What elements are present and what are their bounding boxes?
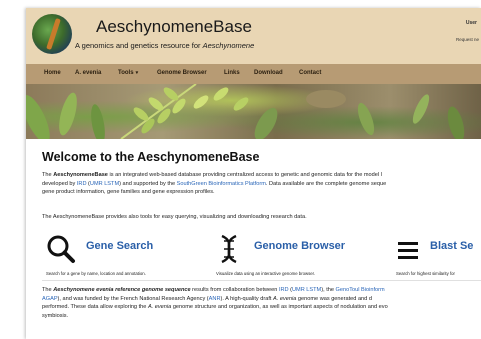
menu-lines-icon	[398, 242, 418, 259]
gene-search-title[interactable]: Gene Search	[86, 240, 153, 252]
nav-item-contact[interactable]: Contact	[299, 70, 321, 76]
nav-item-download[interactable]: Download	[254, 70, 283, 76]
text-span: performed. These data allow exploring th…	[42, 304, 148, 311]
nav-item-links[interactable]: Links	[224, 70, 240, 76]
text-span: gene product information, gene families …	[42, 189, 215, 196]
site-logo[interactable]	[32, 14, 72, 54]
blast-search-title[interactable]: Blast Se	[430, 240, 473, 252]
text-span: genome structure and organization, as we…	[171, 304, 388, 311]
text-span: genome was generated and d	[296, 295, 372, 302]
genome-browser-title[interactable]: Genome Browser	[254, 240, 345, 252]
text-span: The	[42, 287, 54, 293]
search-icon	[47, 235, 75, 263]
text-span: ), and was funded by the French National…	[57, 295, 209, 302]
text-span: ). A high-quality draft	[220, 295, 274, 302]
gene-search-description: Search for a gene by name, location and …	[46, 271, 146, 276]
text-span: symbiosis.	[42, 312, 69, 319]
site-subtitle: A genomics and genetics resource for Aes…	[75, 41, 254, 50]
umr-lstm-link[interactable]: UMR LSTM	[292, 287, 321, 293]
umr-lstm-link[interactable]: UMR LSTM	[90, 181, 119, 187]
site-title[interactable]: AeschynomeneBase	[96, 17, 252, 37]
logo-leaf-shape	[46, 18, 61, 50]
bold-text: AeschynomeneBase	[53, 172, 108, 178]
nav-item-tools[interactable]: Tools ▾	[118, 70, 138, 76]
italic-text: A. evenia	[273, 295, 297, 302]
blast-search-description: Search for highest similarity for	[396, 271, 455, 276]
hero-banner-image	[26, 84, 481, 139]
genome-browser-tool[interactable]: Genome Browser Visualize data using an i…	[216, 234, 386, 276]
blast-search-tool[interactable]: Blast Se Search for highest similarity f…	[396, 234, 481, 276]
text-span: ) and supported by the	[119, 180, 177, 187]
nav-item-tools-label: Tools	[118, 70, 134, 76]
italic-text: A. evenia	[147, 304, 172, 311]
anr-link[interactable]: ANR	[209, 296, 221, 302]
bold-italic-text: Aeschynomene evenia reference genome seq…	[53, 287, 191, 293]
divider	[42, 280, 481, 281]
nav-item-home[interactable]: Home	[44, 70, 61, 76]
site-subtitle-text: A genomics and genetics resource for	[75, 41, 203, 50]
intro-paragraph: The AeschynomeneBase is an integrated we…	[42, 171, 472, 197]
text-span: results from collaboration between	[190, 287, 279, 293]
site-header: AeschynomeneBase A genomics and genetics…	[26, 8, 481, 64]
genome-browser-description: Visualize data using an interactive geno…	[216, 271, 316, 276]
page-title: Welcome to the AeschynomeneBase	[42, 150, 260, 164]
genotoul-link[interactable]: GenoToul Bioinform	[336, 287, 385, 293]
genome-sequence-paragraph: The Aeschynomene evenia reference genome…	[42, 286, 472, 320]
ird-link[interactable]: IRD	[279, 287, 289, 293]
agap-link[interactable]: AGAP	[42, 296, 58, 302]
nav-item-genome-browser[interactable]: Genome Browser	[157, 70, 207, 76]
browser-page: AeschynomeneBase A genomics and genetics…	[26, 8, 481, 339]
user-login-label: User	[465, 20, 477, 26]
main-nav: Home A. evenia Tools ▾ Genome Browser Lin…	[26, 64, 481, 84]
banner-foliage-illustration	[26, 84, 465, 139]
nav-item-a-evenia[interactable]: A. evenia	[75, 70, 101, 76]
gene-search-tool[interactable]: Gene Search Search for a gene by name, l…	[46, 234, 196, 276]
text-span: developed by	[42, 180, 77, 187]
site-subtitle-genus: Aeschynomene	[202, 41, 255, 50]
text-span: The	[42, 172, 54, 178]
tools-intro-paragraph: The AeschynomeneBase provides also tools…	[42, 214, 307, 220]
text-span: is an integrated web-based database prov…	[107, 172, 382, 178]
request-account-link[interactable]: Request ne	[456, 37, 479, 42]
chevron-down-icon: ▾	[135, 70, 139, 76]
southgreen-link[interactable]: SouthGreen Bioinformatics Platform	[177, 181, 266, 187]
dna-icon	[221, 234, 237, 264]
text-span: ), the	[321, 287, 336, 293]
text-span: . Data available are the complete genome…	[265, 180, 387, 187]
